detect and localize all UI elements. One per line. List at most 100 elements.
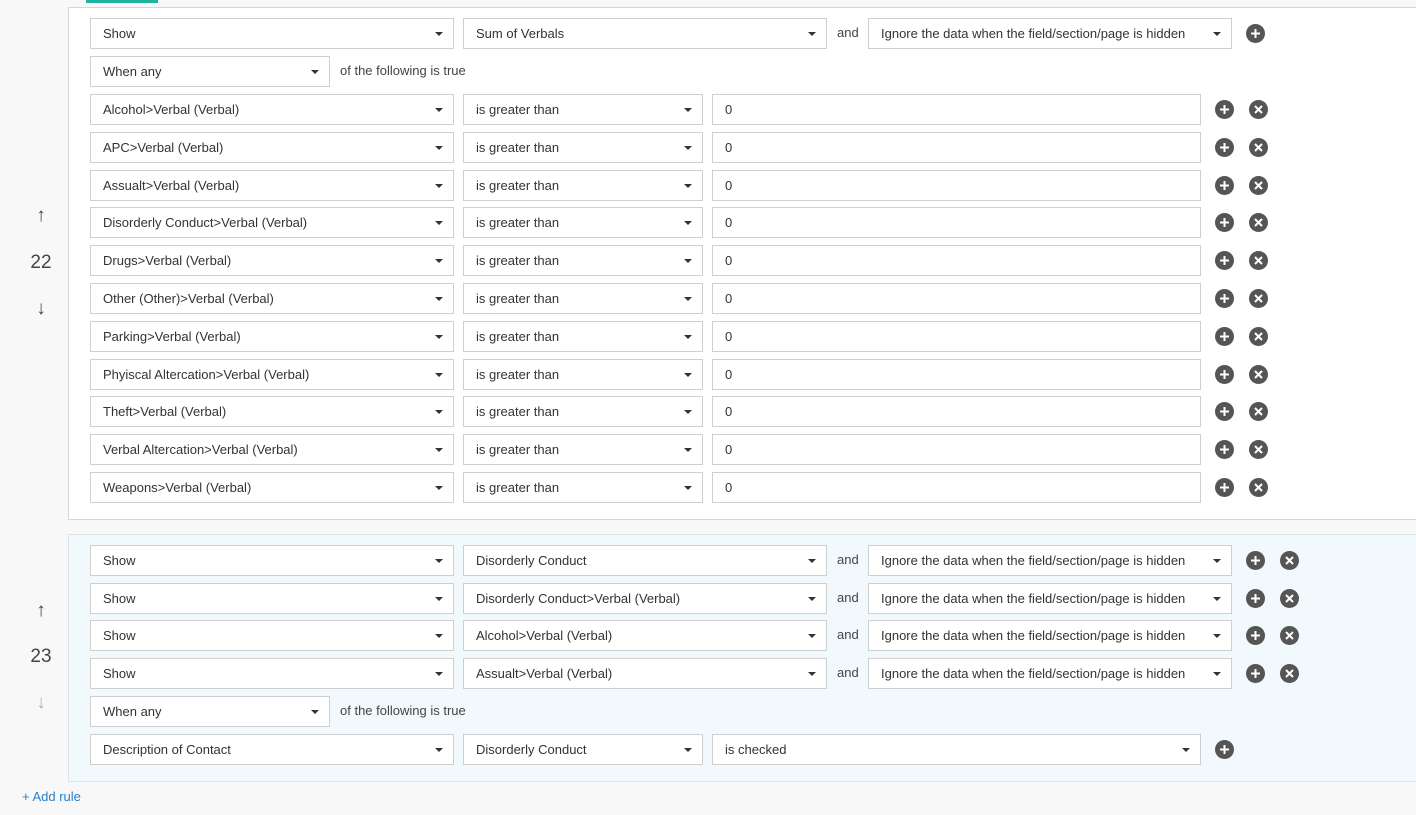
plus-circle-icon[interactable] [1215,175,1234,195]
target-select[interactable]: Sum of Verbals [463,18,827,49]
target-select[interactable]: Assualt>Verbal (Verbal) [463,658,827,690]
x-circle-icon[interactable] [1249,100,1268,119]
caret-down-icon [684,145,692,150]
condition-value-input[interactable]: 0 [712,320,1201,352]
condition-field-select[interactable]: Drugs>Verbal (Verbal) [90,245,454,277]
plus-circle-icon[interactable] [1246,588,1265,608]
joiner-label: and [837,589,859,605]
caret-down-icon [684,486,692,490]
plus-circle-icon[interactable] [1215,402,1234,422]
action-select[interactable]: Show [90,18,454,49]
condition-value-input[interactable]: 0 [712,434,1201,466]
condition-operator-select[interactable]: is greater than [463,320,703,352]
condition-field-select[interactable]: Weapons>Verbal (Verbal) [90,472,454,503]
condition-field-select[interactable]: APC>Verbal (Verbal) [90,131,454,163]
when-mode-select[interactable]: When any [90,56,330,87]
condition-state-select[interactable]: is checked [712,734,1201,765]
condition-value-input[interactable]: 0 [712,169,1201,201]
plus-circle-icon[interactable] [1246,24,1265,43]
plus-circle-icon[interactable] [1246,626,1265,646]
action-select[interactable]: Show [90,582,454,614]
condition-operator-select[interactable]: is greater than [463,283,703,314]
condition-field-value: Disorderly Conduct>Verbal (Verbal) [103,215,308,231]
condition-operator-select[interactable]: is greater than [463,396,703,428]
plus-circle-icon[interactable] [1215,364,1234,384]
caret-down-icon [435,448,443,453]
x-circle-icon[interactable] [1249,137,1268,157]
condition-value-input[interactable]: 0 [712,94,1201,125]
plus-circle-icon[interactable] [1246,664,1265,684]
condition-value-input[interactable]: 0 [712,472,1201,503]
x-circle-icon[interactable] [1249,289,1268,308]
condition-value-input[interactable]: 0 [712,358,1201,390]
target-select[interactable]: Alcohol>Verbal (Verbal) [463,620,827,652]
condition-value-text: 0 [725,139,733,155]
condition-field-select[interactable]: Disorderly Conduct>Verbal (Verbal) [90,207,454,239]
condition-field-select[interactable]: Other (Other)>Verbal (Verbal) [90,283,454,314]
x-circle-icon[interactable] [1249,326,1268,346]
condition-operator-select[interactable]: is greater than [463,472,703,503]
add-rule-link[interactable]: + Add rule [22,789,81,804]
condition-operator-select[interactable]: is greater than [463,131,703,163]
plus-circle-icon[interactable] [1215,326,1234,346]
plus-circle-icon[interactable] [1215,289,1234,308]
plus-circle-icon[interactable] [1215,440,1234,460]
x-circle-icon[interactable] [1280,551,1299,570]
x-circle-icon[interactable] [1280,626,1299,646]
target-select[interactable]: Disorderly Conduct [463,545,827,576]
condition-field-select[interactable]: Theft>Verbal (Verbal) [90,396,454,428]
when-suffix-label: of the following is true [340,63,466,78]
condition-field-select[interactable]: Assualt>Verbal (Verbal) [90,169,454,201]
condition-field-select[interactable]: Phyiscal Altercation>Verbal (Verbal) [90,358,454,390]
condition-operator-select[interactable]: is greater than [463,94,703,125]
x-circle-icon[interactable] [1249,478,1268,497]
plus-circle-icon[interactable] [1215,740,1234,759]
plus-circle-icon[interactable] [1215,478,1234,497]
x-circle-icon[interactable] [1249,175,1268,195]
move-up-icon[interactable]: ↑ [29,205,53,227]
action-select[interactable]: Show [90,620,454,652]
x-circle-icon[interactable] [1249,213,1268,233]
x-circle-icon[interactable] [1280,664,1299,684]
x-circle-icon[interactable] [1280,588,1299,608]
x-circle-icon[interactable] [1249,402,1268,422]
condition-operator-select[interactable]: is greater than [463,358,703,390]
condition-operator-select[interactable]: is greater than [463,207,703,239]
hidden-behavior-select[interactable]: Ignore the data when the field/section/p… [868,620,1232,652]
when-mode-select[interactable]: When any [90,696,330,727]
hidden-behavior-select[interactable]: Ignore the data when the field/section/p… [868,545,1232,576]
condition-field-select[interactable]: Verbal Altercation>Verbal (Verbal) [90,434,454,466]
condition-field-select[interactable]: Parking>Verbal (Verbal) [90,320,454,352]
plus-circle-icon[interactable] [1215,137,1234,157]
hidden-behavior-select[interactable]: Ignore the data when the field/section/p… [868,18,1232,49]
x-circle-icon[interactable] [1249,440,1268,460]
plus-circle-icon[interactable] [1215,213,1234,233]
target-select[interactable]: Disorderly Conduct>Verbal (Verbal) [463,582,827,614]
condition-value-input[interactable]: 0 [712,396,1201,428]
caret-down-icon [684,221,692,226]
action-select[interactable]: Show [90,658,454,690]
hidden-behavior-select[interactable]: Ignore the data when the field/section/p… [868,582,1232,614]
target-value: Disorderly Conduct>Verbal (Verbal) [476,590,681,606]
hidden-behavior-select[interactable]: Ignore the data when the field/section/p… [868,658,1232,690]
move-down-icon[interactable]: ↓ [29,298,53,320]
x-circle-icon[interactable] [1249,364,1268,384]
plus-circle-icon[interactable] [1246,551,1265,570]
plus-circle-icon[interactable] [1215,100,1234,119]
condition-value-input[interactable]: 0 [712,131,1201,163]
x-circle-icon[interactable] [1249,251,1268,271]
condition-option-select[interactable]: Disorderly Conduct [463,734,703,765]
condition-value-input[interactable]: 0 [712,283,1201,314]
condition-value-input[interactable]: 0 [712,245,1201,277]
condition-operator-select[interactable]: is greater than [463,434,703,466]
condition-operator-select[interactable]: is greater than [463,169,703,201]
condition-operator-select[interactable]: is greater than [463,245,703,277]
condition-value-text: 0 [725,215,733,231]
condition-field-select[interactable]: Alcohol>Verbal (Verbal) [90,94,454,125]
condition-value-input[interactable]: 0 [712,207,1201,239]
plus-circle-icon[interactable] [1215,251,1234,271]
condition-field-select[interactable]: Description of Contact [90,734,454,765]
action-select[interactable]: Show [90,545,454,576]
move-up-icon[interactable]: ↑ [29,600,53,622]
hidden-behavior-value: Ignore the data when the field/section/p… [881,26,1186,41]
